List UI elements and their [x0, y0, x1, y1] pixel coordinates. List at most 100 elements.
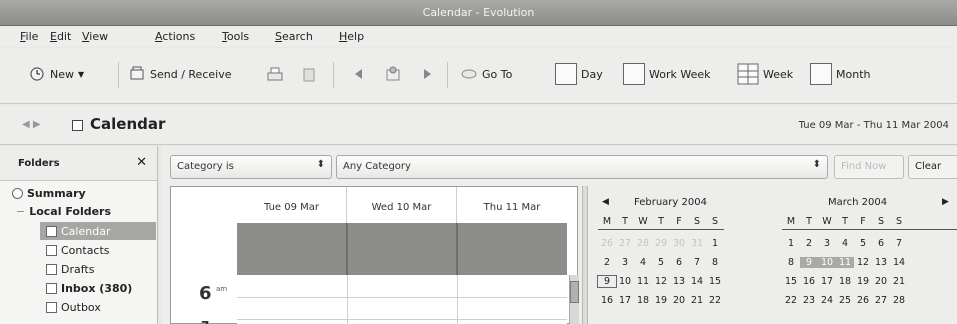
calendar-day[interactable]: 2 — [598, 257, 616, 268]
calendar-day[interactable]: 1 — [782, 238, 800, 249]
calendar-day[interactable]: 11 — [634, 276, 652, 287]
calendar-day[interactable]: 2 — [800, 238, 818, 249]
folder-item-drafts[interactable]: Drafts — [46, 260, 94, 278]
calendar-day[interactable]: 3 — [616, 257, 634, 268]
calendar-day[interactable]: 29 — [652, 238, 670, 249]
calendar-day[interactable]: 15 — [706, 276, 724, 287]
calendar-day[interactable]: 8 — [782, 257, 800, 268]
history-arrows-icon[interactable]: ◀ ▶ — [22, 119, 41, 130]
calendar-day[interactable]: 24 — [818, 295, 836, 306]
calendar-day[interactable]: 21 — [890, 276, 908, 287]
print-button[interactable] — [266, 62, 284, 86]
calendar-day[interactable]: 26 — [598, 238, 616, 249]
category-filter-select[interactable]: Category is ⬍ — [170, 155, 332, 179]
find-now-button[interactable]: Find Now — [834, 155, 904, 179]
any-category-select[interactable]: Any Category ⬍ — [336, 155, 828, 179]
calendar-day[interactable]: 20 — [872, 276, 890, 287]
new-button[interactable]: New ▼ — [28, 62, 84, 86]
folder-item-local-folders[interactable]: − Local Folders — [16, 202, 111, 220]
folder-item-summary[interactable]: Summary — [12, 184, 86, 202]
menu-actions[interactable]: Actions — [155, 30, 195, 43]
send-receive-button[interactable]: Send / Receive — [128, 62, 231, 86]
all-day-events-area[interactable] — [237, 223, 567, 275]
calendar-day[interactable]: 4 — [634, 257, 652, 268]
calendar-day[interactable]: 19 — [652, 295, 670, 306]
calendar-day[interactable]: 9 — [597, 275, 617, 288]
calendar-day[interactable]: 12 — [652, 276, 670, 287]
close-icon[interactable]: ✕ — [136, 155, 147, 170]
calendar-day[interactable]: 22 — [706, 295, 724, 306]
calendar-day[interactable]: 30 — [670, 238, 688, 249]
calendar-day[interactable]: 12 — [854, 257, 872, 268]
calendar-day[interactable]: 31 — [688, 238, 706, 249]
calendar-day[interactable]: 27 — [616, 238, 634, 249]
tree-expander-icon[interactable]: − — [16, 205, 25, 218]
pane-splitter[interactable] — [582, 186, 588, 324]
work-week-view-button[interactable]: Work Week — [623, 62, 711, 86]
next-button[interactable] — [418, 62, 436, 86]
day-header-wed[interactable]: Wed 10 Mar — [347, 187, 457, 223]
menu-help[interactable]: Help — [339, 30, 364, 43]
calendar-day[interactable]: 10 — [818, 257, 836, 268]
calendar-day[interactable]: 28 — [634, 238, 652, 249]
calendar-day[interactable]: 19 — [854, 276, 872, 287]
calendar-day[interactable]: 23 — [800, 295, 818, 306]
day-view-scrollbar[interactable] — [569, 275, 579, 324]
previous-button[interactable] — [350, 62, 368, 86]
delete-button[interactable] — [300, 62, 318, 86]
menu-view[interactable]: View — [82, 30, 108, 43]
calendar-day[interactable]: 21 — [688, 295, 706, 306]
calendar-day[interactable]: 7 — [890, 238, 908, 249]
calendar-day[interactable]: 18 — [634, 295, 652, 306]
calendar-day[interactable]: 26 — [854, 295, 872, 306]
calendar-day[interactable]: 6 — [670, 257, 688, 268]
calendar-day[interactable]: 13 — [872, 257, 890, 268]
calendar-day[interactable]: 8 — [706, 257, 724, 268]
calendar-day[interactable]: 25 — [836, 295, 854, 306]
calendar-day[interactable]: 28 — [890, 295, 908, 306]
day-view-button[interactable]: Day — [555, 62, 603, 86]
calendar-day[interactable]: 5 — [652, 257, 670, 268]
today-button[interactable] — [384, 62, 402, 86]
calendar-day[interactable]: 11 — [836, 257, 854, 268]
calendar-day[interactable]: 9 — [800, 257, 818, 268]
menu-file[interactable]: File — [20, 30, 38, 43]
menu-tools[interactable]: Tools — [222, 30, 249, 43]
clear-button[interactable]: Clear — [908, 155, 957, 179]
folder-item-calendar[interactable]: Calendar — [40, 222, 156, 240]
calendar-day[interactable]: 7 — [688, 257, 706, 268]
folder-item-outbox[interactable]: Outbox — [46, 298, 101, 316]
calendar-day[interactable]: 16 — [598, 295, 616, 306]
calendar-day[interactable]: 15 — [782, 276, 800, 287]
day-header-thu[interactable]: Thu 11 Mar — [457, 187, 567, 223]
go-to-button[interactable]: Go To — [460, 62, 512, 86]
folder-item-contacts[interactable]: Contacts — [46, 241, 110, 259]
chevron-down-icon[interactable]: ▼ — [78, 70, 84, 79]
menu-search[interactable]: Search — [275, 30, 313, 43]
calendar-day[interactable]: 17 — [616, 295, 634, 306]
scrollbar-thumb[interactable] — [570, 281, 579, 303]
calendar-day[interactable]: 18 — [836, 276, 854, 287]
next-month-icon[interactable]: ▶ — [942, 197, 949, 207]
calendar-day[interactable]: 6 — [872, 238, 890, 249]
calendar-day[interactable]: 17 — [818, 276, 836, 287]
folder-item-inbox[interactable]: Inbox (380) — [46, 279, 132, 297]
menu-edit[interactable]: Edit — [50, 30, 71, 43]
calendar-day[interactable]: 3 — [818, 238, 836, 249]
calendar-day[interactable]: 14 — [688, 276, 706, 287]
calendar-day[interactable]: 1 — [706, 238, 724, 249]
day-header-tue[interactable]: Tue 09 Mar — [237, 187, 347, 223]
month-view-button[interactable]: Month — [810, 62, 870, 86]
calendar-day[interactable]: 4 — [836, 238, 854, 249]
calendar-day[interactable]: 13 — [670, 276, 688, 287]
week-view-button[interactable]: Week — [737, 62, 793, 86]
previous-month-icon[interactable]: ◀ — [602, 197, 609, 207]
calendar-day[interactable]: 27 — [872, 295, 890, 306]
window-titlebar[interactable]: Calendar - Evolution — [0, 0, 957, 26]
calendar-day[interactable]: 20 — [670, 295, 688, 306]
time-slot-grid[interactable] — [237, 275, 567, 324]
calendar-day[interactable]: 10 — [616, 276, 634, 287]
calendar-day[interactable]: 16 — [800, 276, 818, 287]
calendar-day[interactable]: 14 — [890, 257, 908, 268]
calendar-day[interactable]: 22 — [782, 295, 800, 306]
